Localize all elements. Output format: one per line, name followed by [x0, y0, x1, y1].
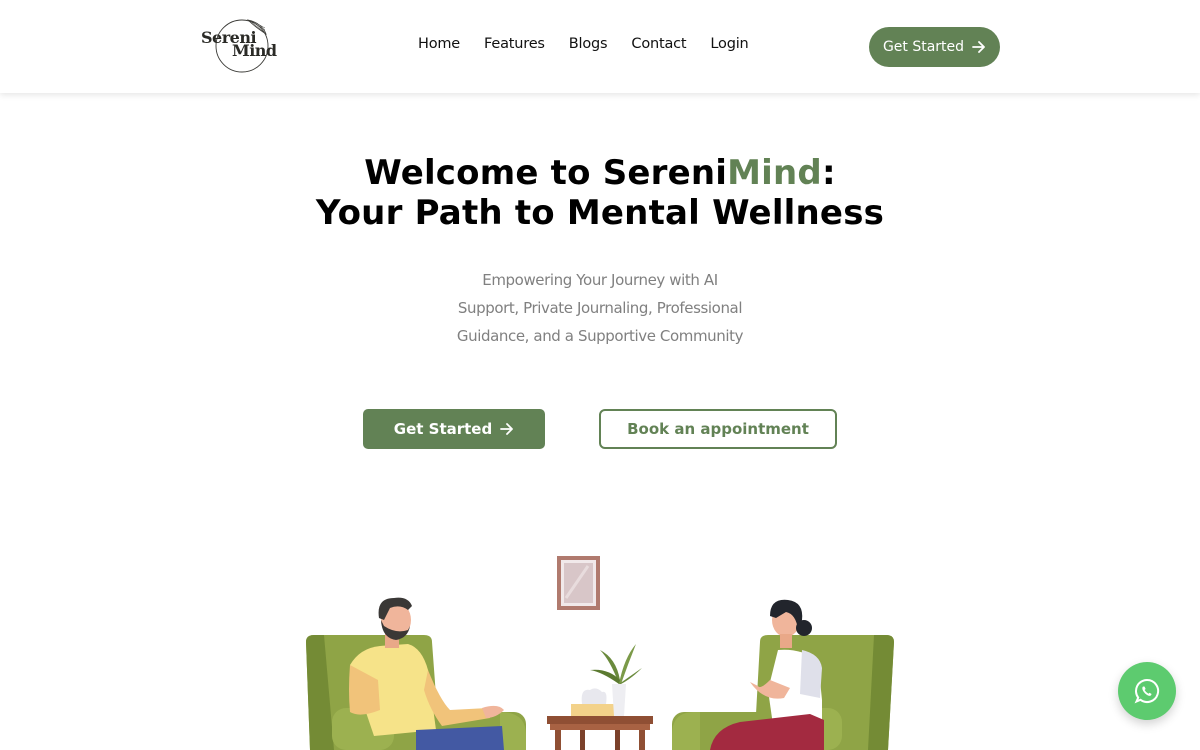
- arrow-right-icon: [500, 423, 514, 435]
- hero-title-line2: Your Path to Mental Wellness: [315, 193, 885, 233]
- nav-get-started-button[interactable]: Get Started: [869, 27, 1000, 67]
- hero-title-colon: :: [821, 153, 836, 193]
- hero-get-started-button[interactable]: Get Started: [363, 409, 545, 449]
- whatsapp-button[interactable]: [1118, 662, 1176, 720]
- nav-link-features[interactable]: Features: [484, 36, 545, 52]
- tissue-box: [571, 688, 615, 716]
- navbar: Sereni Mind Home Features Blogs Contact …: [0, 0, 1200, 93]
- hero-title-accent: Mind: [727, 153, 822, 193]
- hero-subtitle: Empowering Your Journey with AI Support,…: [456, 271, 744, 345]
- nav-get-started-label: Get Started: [882, 39, 965, 55]
- side-table: [547, 716, 653, 750]
- nav-link-contact[interactable]: Contact: [631, 36, 686, 52]
- arrow-right-icon: [972, 41, 985, 53]
- picture-frame: [557, 556, 600, 610]
- therapy-session-illustration: [306, 556, 894, 750]
- logo-text-mind: Mind: [232, 41, 277, 60]
- nav-links: Home Features Blogs Contact Login: [418, 36, 773, 52]
- hero-get-started-label: Get Started: [393, 420, 493, 438]
- book-appointment-button[interactable]: Book an appointment: [599, 409, 837, 449]
- nav-link-home[interactable]: Home: [418, 36, 460, 52]
- man-figure: [349, 597, 504, 750]
- whatsapp-icon: [1134, 678, 1160, 704]
- logo[interactable]: Sereni Mind: [200, 16, 280, 74]
- hero-title-part1: Welcome to Sereni: [364, 153, 728, 193]
- nav-link-blogs[interactable]: Blogs: [569, 36, 608, 52]
- hero-title: Welcome to SereniMind: Your Path to Ment…: [0, 153, 1200, 233]
- nav-link-login[interactable]: Login: [710, 36, 748, 52]
